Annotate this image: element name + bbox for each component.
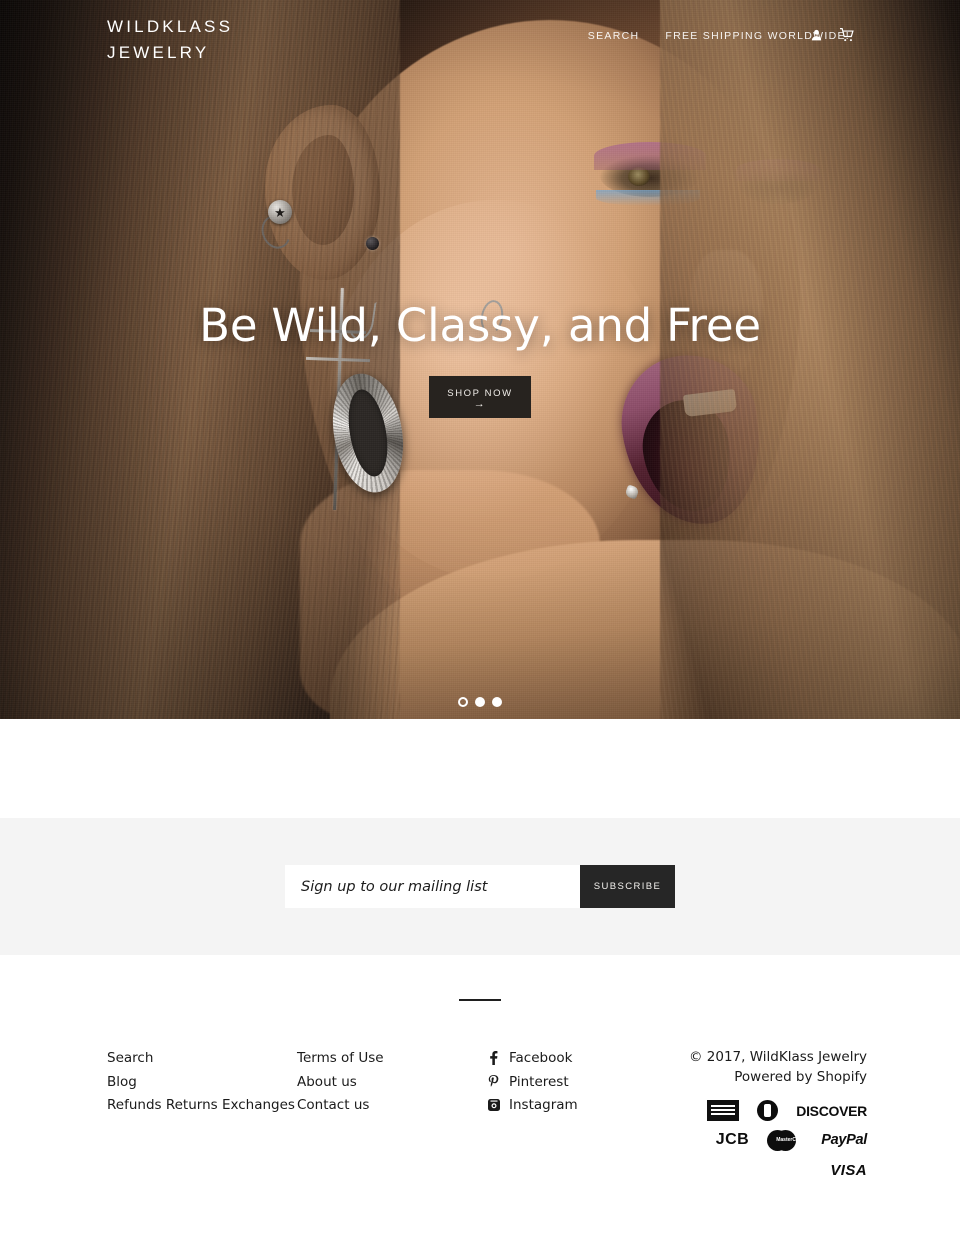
hero-photo-hair-right bbox=[660, 0, 960, 719]
mastercard-wordmark: MasterCard bbox=[776, 1137, 804, 1143]
hero-slideshow[interactable]: ★ Be Wild, Classy, and Free SHOP NOW → bbox=[0, 0, 960, 719]
content-spacer bbox=[0, 719, 960, 818]
header-icon-group bbox=[810, 28, 855, 42]
payment-icon-paypal: PayPal bbox=[821, 1131, 867, 1148]
footer-link-search[interactable]: Search bbox=[107, 1047, 297, 1070]
instagram-icon bbox=[487, 1099, 500, 1112]
footer-column-info: Terms of Use About us Contact us bbox=[297, 1047, 487, 1180]
newsletter-form: SUBSCRIBE bbox=[285, 865, 675, 908]
footer-link-about[interactable]: About us bbox=[297, 1071, 487, 1094]
payment-icon-discover: DISCOVER bbox=[796, 1102, 867, 1119]
payment-icon-visa: VISA bbox=[830, 1162, 867, 1179]
facebook-icon bbox=[487, 1051, 500, 1066]
logo-line-2: JEWELRY bbox=[107, 43, 210, 62]
footer-link-contact[interactable]: Contact us bbox=[297, 1094, 487, 1117]
footer-column-shop: Search Blog Refunds Returns Exchanges bbox=[107, 1047, 297, 1180]
site-logo[interactable]: WILDKLASS JEWELRY bbox=[107, 14, 233, 66]
payment-icons-list: DISCOVER JCB MasterCard PayPal VISA bbox=[662, 1100, 867, 1180]
payment-icon-jcb: JCB bbox=[715, 1130, 750, 1148]
payment-icon-diners bbox=[757, 1100, 779, 1121]
social-link-facebook[interactable]: Facebook bbox=[487, 1047, 662, 1070]
social-label-instagram: Instagram bbox=[509, 1097, 578, 1113]
subscribe-button[interactable]: SUBSCRIBE bbox=[580, 865, 675, 908]
hero-photo-star-stud: ★ bbox=[268, 200, 292, 224]
social-link-pinterest[interactable]: Pinterest bbox=[487, 1071, 662, 1094]
slide-dot-1[interactable] bbox=[458, 697, 468, 707]
social-label-pinterest: Pinterest bbox=[509, 1073, 569, 1090]
user-icon[interactable] bbox=[810, 28, 823, 42]
payment-icon-amex bbox=[707, 1100, 740, 1121]
hero-photo-lobe-stud bbox=[366, 237, 379, 250]
slideshow-pagination[interactable] bbox=[0, 697, 960, 707]
footer-column-legal: © 2017, WildKlass Jewelry Powered by Sho… bbox=[662, 1047, 867, 1180]
footer-divider bbox=[459, 999, 501, 1001]
powered-by-text: Powered by Shopify bbox=[734, 1069, 867, 1085]
nav-item-search[interactable]: SEARCH bbox=[588, 30, 640, 42]
payment-icon-mastercard: MasterCard bbox=[767, 1130, 804, 1151]
arrow-right-icon: → bbox=[473, 397, 487, 410]
slide-dot-2[interactable] bbox=[475, 697, 485, 707]
newsletter-email-input[interactable] bbox=[285, 865, 580, 908]
footer-link-refunds[interactable]: Refunds Returns Exchanges bbox=[107, 1094, 297, 1117]
copyright-text: © 2017, WildKlass Jewelry bbox=[688, 1049, 867, 1065]
shop-now-label: SHOP NOW bbox=[447, 387, 513, 399]
page-root: ★ Be Wild, Classy, and Free SHOP NOW → W… bbox=[0, 0, 960, 1240]
pinterest-icon bbox=[487, 1074, 500, 1089]
site-footer: Search Blog Refunds Returns Exchanges Te… bbox=[0, 955, 960, 1240]
logo-line-1: WILDKLASS bbox=[107, 17, 234, 36]
footer-link-terms[interactable]: Terms of Use bbox=[297, 1047, 487, 1070]
site-header: WILDKLASS JEWELRY SEARCH FREE SHIPPING W… bbox=[0, 0, 960, 72]
newsletter-section: SUBSCRIBE bbox=[0, 818, 960, 955]
shop-now-button[interactable]: SHOP NOW → bbox=[429, 376, 531, 418]
social-label-facebook: Facebook bbox=[509, 1050, 573, 1066]
hero-background-image: ★ bbox=[0, 0, 960, 719]
footer-link-blog[interactable]: Blog bbox=[107, 1071, 297, 1094]
footer-column-social: Facebook Pinterest Instagram bbox=[487, 1047, 662, 1180]
slide-dot-3[interactable] bbox=[492, 697, 502, 707]
social-link-instagram[interactable]: Instagram bbox=[487, 1094, 662, 1117]
footer-columns: Search Blog Refunds Returns Exchanges Te… bbox=[0, 1047, 960, 1180]
shopping-cart-icon[interactable] bbox=[839, 28, 855, 42]
hero-headline: Be Wild, Classy, and Free bbox=[199, 299, 761, 352]
